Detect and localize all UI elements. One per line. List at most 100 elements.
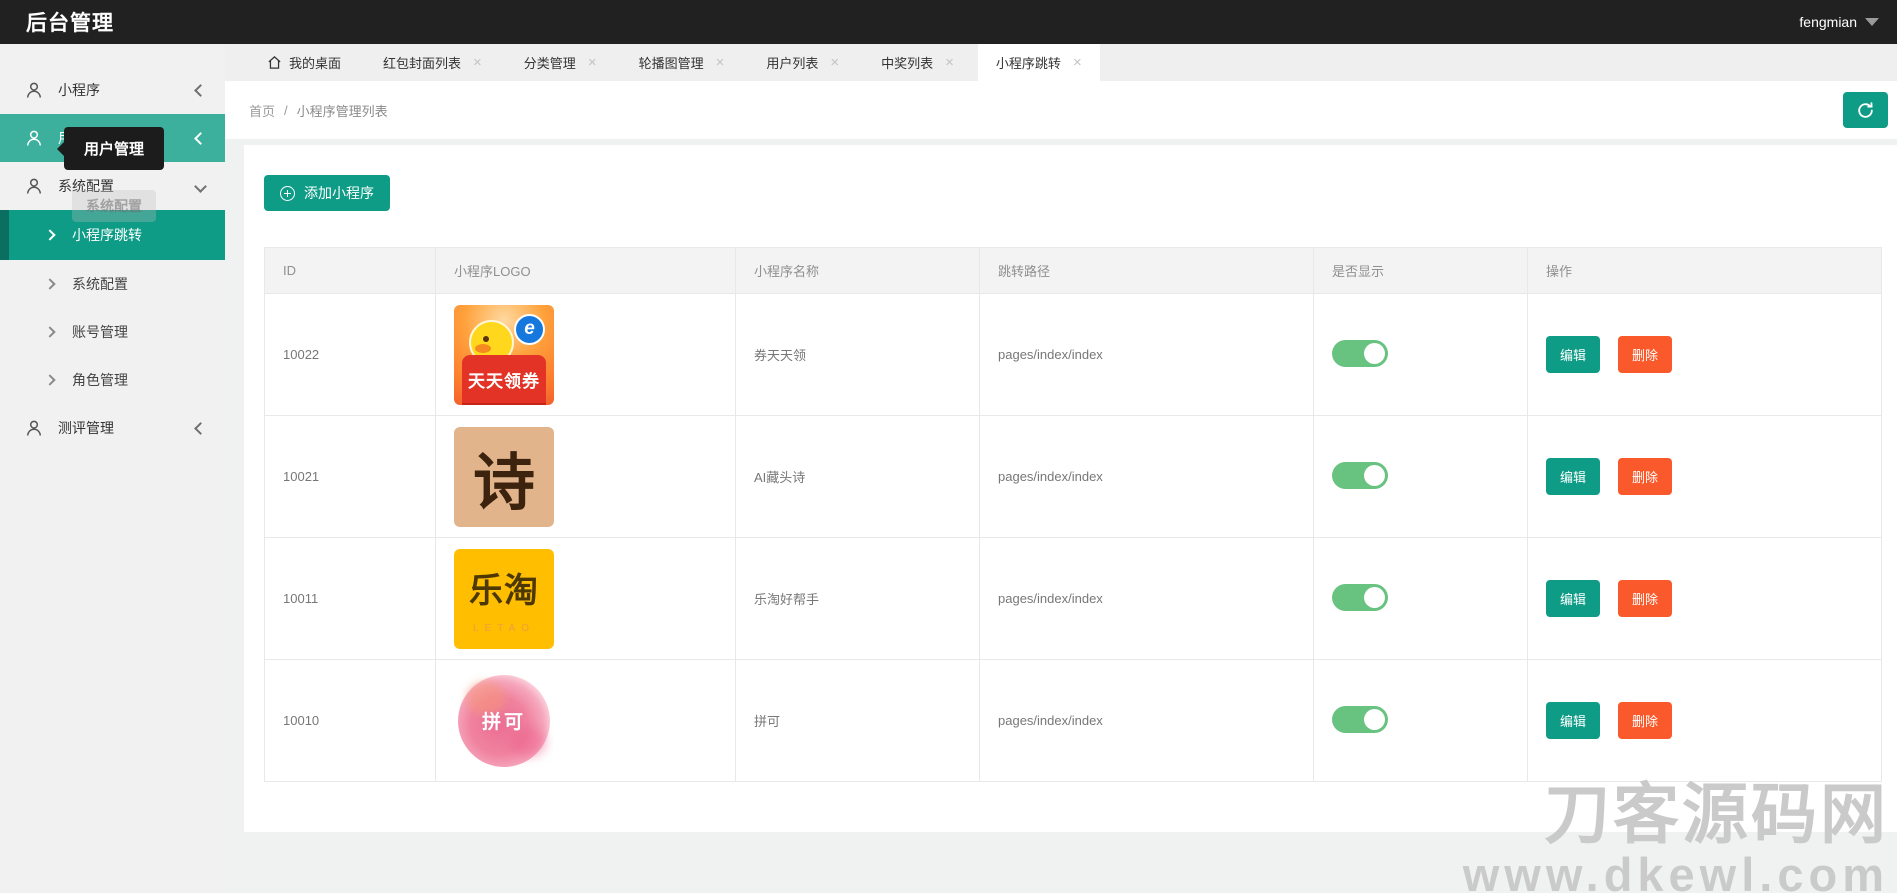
sidebar-subitem-label: 账号管理 [72, 322, 128, 342]
cell-id: 10022 [265, 294, 436, 416]
sidebar-subitem-label: 系统配置 [72, 274, 128, 294]
tab-label: 我的桌面 [289, 53, 341, 72]
sidebar-item-miniprogram[interactable]: 小程序 [0, 66, 225, 114]
delete-button[interactable]: 删除 [1618, 336, 1672, 373]
miniprogram-logo: 乐淘 LETAO [454, 549, 554, 649]
tab-miniprogram-jump[interactable]: 小程序跳转 × [978, 44, 1100, 81]
edit-button[interactable]: 编辑 [1546, 580, 1600, 617]
header-logo: 小程序LOGO [436, 248, 736, 294]
logo-text: 诗 [473, 432, 535, 522]
header-path: 跳转路径 [980, 248, 1314, 294]
tab-label: 小程序跳转 [996, 53, 1061, 72]
username: fengmian [1799, 14, 1857, 30]
delete-button[interactable]: 删除 [1618, 458, 1672, 495]
user-menu[interactable]: fengmian [1799, 14, 1883, 30]
tab-my-desktop[interactable]: 我的桌面 [249, 44, 359, 81]
logo-text: 乐淘 [469, 563, 539, 612]
top-bar: 后台管理 fengmian [0, 0, 1897, 44]
chevron-left-icon [194, 422, 207, 435]
arrow-right-icon [44, 229, 55, 240]
home-icon [267, 55, 282, 70]
table-header-row: ID 小程序LOGO 小程序名称 跳转路径 是否显示 操作 [265, 248, 1882, 294]
close-icon[interactable]: × [473, 54, 482, 71]
tab-label: 红包封面列表 [383, 53, 461, 72]
arrow-right-icon [44, 374, 55, 385]
close-icon[interactable]: × [716, 54, 725, 71]
table-row: 10011 乐淘 LETAO 乐淘好帮手 pages/index/index [265, 538, 1882, 660]
visibility-toggle[interactable] [1332, 706, 1388, 733]
header-actions: 操作 [1528, 248, 1882, 294]
close-icon[interactable]: × [830, 54, 839, 71]
content-area: 添加小程序 ID 小程序LOGO 小程序名称 跳转路径 是否显示 [225, 139, 1897, 893]
sidebar-subitem-account-management[interactable]: 账号管理 [0, 308, 225, 356]
header-id: ID [265, 248, 436, 294]
sidebar-subitem-system-config[interactable]: 系统配置 [0, 260, 225, 308]
add-button-label: 添加小程序 [304, 183, 374, 203]
sidebar-item-label: 测评管理 [58, 418, 114, 438]
header-name: 小程序名称 [736, 248, 980, 294]
cell-name: 拼可 [736, 660, 980, 782]
header-visible: 是否显示 [1314, 248, 1528, 294]
edit-button[interactable]: 编辑 [1546, 458, 1600, 495]
cell-name: 券天天领 [736, 294, 980, 416]
close-icon[interactable]: × [1073, 54, 1082, 71]
tab-label: 分类管理 [524, 53, 576, 72]
app-title: 后台管理 [26, 7, 114, 37]
table-row: 10022 e 天天领券 券天天领 [265, 294, 1882, 416]
visibility-toggle[interactable] [1332, 462, 1388, 489]
miniprogram-table: ID 小程序LOGO 小程序名称 跳转路径 是否显示 操作 10022 [264, 247, 1882, 782]
edit-button[interactable]: 编辑 [1546, 336, 1600, 373]
miniprogram-logo: 拼可 [454, 671, 554, 771]
close-icon[interactable]: × [588, 54, 597, 71]
delete-button[interactable]: 删除 [1618, 702, 1672, 739]
tab-carousel-management[interactable]: 轮播图管理 × [621, 44, 743, 81]
person-icon [24, 128, 44, 148]
close-icon[interactable]: × [945, 54, 954, 71]
arrow-right-icon [44, 326, 55, 337]
breadcrumb: 首页 / 小程序管理列表 [249, 101, 388, 120]
cell-path: pages/index/index [980, 294, 1314, 416]
cell-path: pages/index/index [980, 416, 1314, 538]
tab-label: 用户列表 [766, 53, 818, 72]
cell-name: 乐淘好帮手 [736, 538, 980, 660]
breadcrumb-home[interactable]: 首页 [249, 101, 275, 120]
add-miniprogram-button[interactable]: 添加小程序 [264, 175, 390, 211]
breadcrumb-current: 小程序管理列表 [297, 101, 388, 120]
person-icon [24, 418, 44, 438]
refresh-button[interactable] [1843, 92, 1888, 128]
tab-category-management[interactable]: 分类管理 × [506, 44, 615, 81]
plus-circle-icon [280, 186, 295, 201]
breadcrumb-bar: 首页 / 小程序管理列表 [225, 81, 1897, 139]
miniprogram-logo: e 天天领券 [454, 305, 554, 405]
tab-winner-list[interactable]: 中奖列表 × [863, 44, 972, 81]
chevron-down-icon [194, 180, 207, 193]
breadcrumb-separator: / [284, 103, 288, 118]
sidebar-subitem-label: 角色管理 [72, 370, 128, 390]
red-envelope: 天天领券 [462, 355, 546, 405]
tab-user-list[interactable]: 用户列表 × [748, 44, 857, 81]
e-badge-icon: e [514, 314, 545, 345]
visibility-toggle[interactable] [1332, 584, 1388, 611]
tab-redpacket-cover-list[interactable]: 红包封面列表 × [365, 44, 500, 81]
caret-down-icon [1865, 18, 1879, 26]
logo-text: 天天领券 [468, 367, 540, 392]
logo-subtext: LETAO [473, 623, 535, 634]
cell-id: 10010 [265, 660, 436, 782]
content-panel: 添加小程序 ID 小程序LOGO 小程序名称 跳转路径 是否显示 [244, 145, 1897, 832]
cell-id: 10011 [265, 538, 436, 660]
visibility-toggle[interactable] [1332, 340, 1388, 367]
tab-label: 中奖列表 [881, 53, 933, 72]
arrow-right-icon [44, 278, 55, 289]
sidebar-subitem-role-management[interactable]: 角色管理 [0, 356, 225, 404]
sidebar-subitem-label: 小程序跳转 [72, 225, 142, 245]
logo-text: 拼可 [482, 707, 526, 734]
edit-button[interactable]: 编辑 [1546, 702, 1600, 739]
tab-label: 轮播图管理 [639, 53, 704, 72]
refresh-icon [1856, 101, 1875, 120]
chevron-left-icon [194, 84, 207, 97]
delete-button[interactable]: 删除 [1618, 580, 1672, 617]
cell-name: AI藏头诗 [736, 416, 980, 538]
sidebar-item-evaluation-management[interactable]: 测评管理 [0, 404, 225, 452]
tab-bar: 我的桌面 红包封面列表 × 分类管理 × 轮播图管理 × 用户列表 × 中奖列表… [225, 44, 1897, 81]
person-icon [24, 80, 44, 100]
